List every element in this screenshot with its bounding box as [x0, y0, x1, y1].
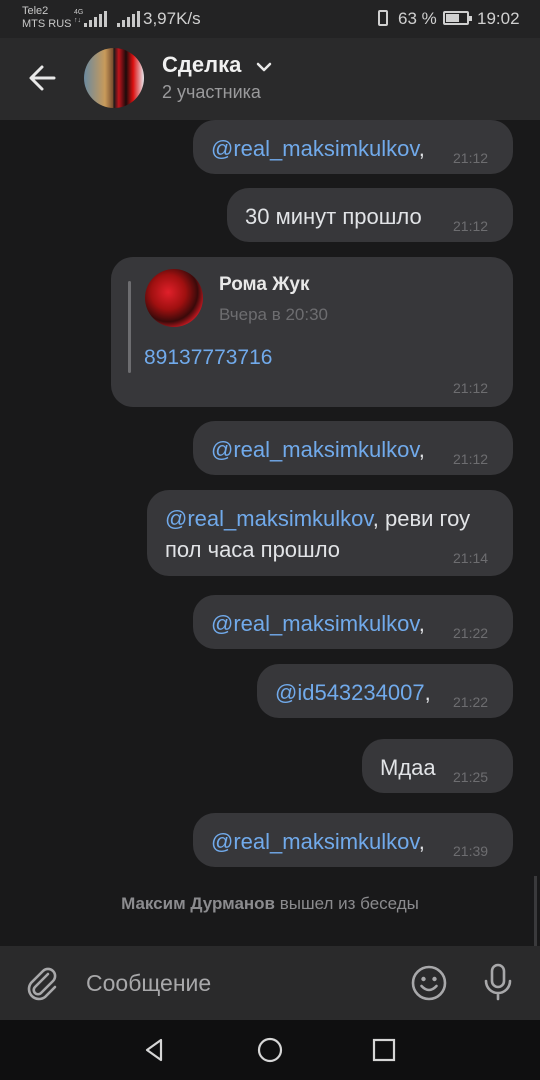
microphone-icon[interactable]	[482, 962, 514, 1002]
message-time: 21:12	[453, 451, 489, 467]
message-time: 21:22	[453, 694, 489, 710]
vibrate-icon	[378, 10, 388, 26]
message-text: 30 минут прошло	[245, 204, 422, 229]
service-message: Максим Дурманов вышел из беседы	[121, 894, 419, 913]
network-speed: 3,97K/s	[143, 9, 201, 28]
chat-subtitle: 2 участника	[162, 82, 261, 102]
message-text: пол часа прошло	[165, 537, 341, 562]
quote-date: Вчера в 20:30	[219, 305, 329, 324]
signal-icon	[117, 11, 140, 27]
message-text: @real_maksimkulkov,	[211, 437, 425, 462]
mention-link[interactable]: @real_maksimkulkov	[165, 506, 373, 531]
message-time: 21:12	[453, 380, 489, 396]
chat-title[interactable]: Сделка	[162, 52, 241, 78]
message-time: 21:12	[453, 218, 489, 234]
carrier-secondary: MTS RUS	[22, 18, 72, 30]
message-input[interactable]	[86, 966, 386, 1000]
message-text: @id543234007,	[275, 680, 431, 705]
chat-header: Сделка 2 участника	[0, 38, 540, 120]
circle-home-icon[interactable]	[256, 1036, 284, 1064]
carrier-primary: Tele2	[22, 5, 49, 17]
battery-icon	[443, 11, 472, 25]
carrier-names: Tele2 MTS RUS	[22, 5, 72, 31]
quote-author[interactable]: Рома Жук	[219, 274, 309, 296]
quote-bar	[128, 281, 131, 373]
message-text: @real_maksimkulkov, реви гоу	[165, 506, 471, 531]
system-nav-bar	[0, 1020, 540, 1080]
chat-avatar[interactable]	[84, 48, 144, 108]
battery-percent: 63 %	[398, 9, 437, 28]
square-recents-icon[interactable]	[370, 1036, 398, 1064]
mention-link[interactable]: @real_maksimkulkov	[211, 437, 419, 462]
message-time: 21:14	[453, 550, 489, 566]
message-text: @real_maksimkulkov,	[211, 136, 425, 161]
mention-link[interactable]: @real_maksimkulkov	[211, 611, 419, 636]
triangle-back-icon[interactable]	[141, 1036, 169, 1064]
message-time: 21:39	[453, 843, 489, 859]
paperclip-icon[interactable]	[24, 964, 60, 1002]
chevron-down-icon[interactable]	[255, 58, 273, 76]
message-text: Мдаа	[380, 755, 436, 780]
mention-link[interactable]: @real_maksimkulkov	[211, 136, 419, 161]
service-actor[interactable]: Максим Дурманов	[121, 894, 275, 913]
clock: 19:02	[477, 9, 520, 28]
scrollbar[interactable]	[534, 876, 537, 946]
message-text: @real_maksimkulkov,	[211, 829, 425, 854]
avatar[interactable]	[145, 269, 203, 327]
message-composer	[0, 946, 540, 1020]
message-time: 21:22	[453, 625, 489, 641]
smile-icon[interactable]	[410, 964, 448, 1002]
status-bar: Tele2 MTS RUS 4G ↑↓ 3,97K/s 63 % 19:02	[0, 0, 540, 38]
phone-link[interactable]: 89137773716	[144, 346, 272, 370]
mention-link[interactable]: @real_maksimkulkov	[211, 829, 419, 854]
arrow-left-icon[interactable]	[24, 58, 64, 98]
network-type: 4G ↑↓	[74, 9, 84, 24]
signal-icon	[84, 11, 107, 27]
message-time: 21:12	[453, 150, 489, 166]
message-text: @real_maksimkulkov,	[211, 611, 425, 636]
mention-link[interactable]: @id543234007	[275, 680, 425, 705]
message-time: 21:25	[453, 769, 489, 785]
